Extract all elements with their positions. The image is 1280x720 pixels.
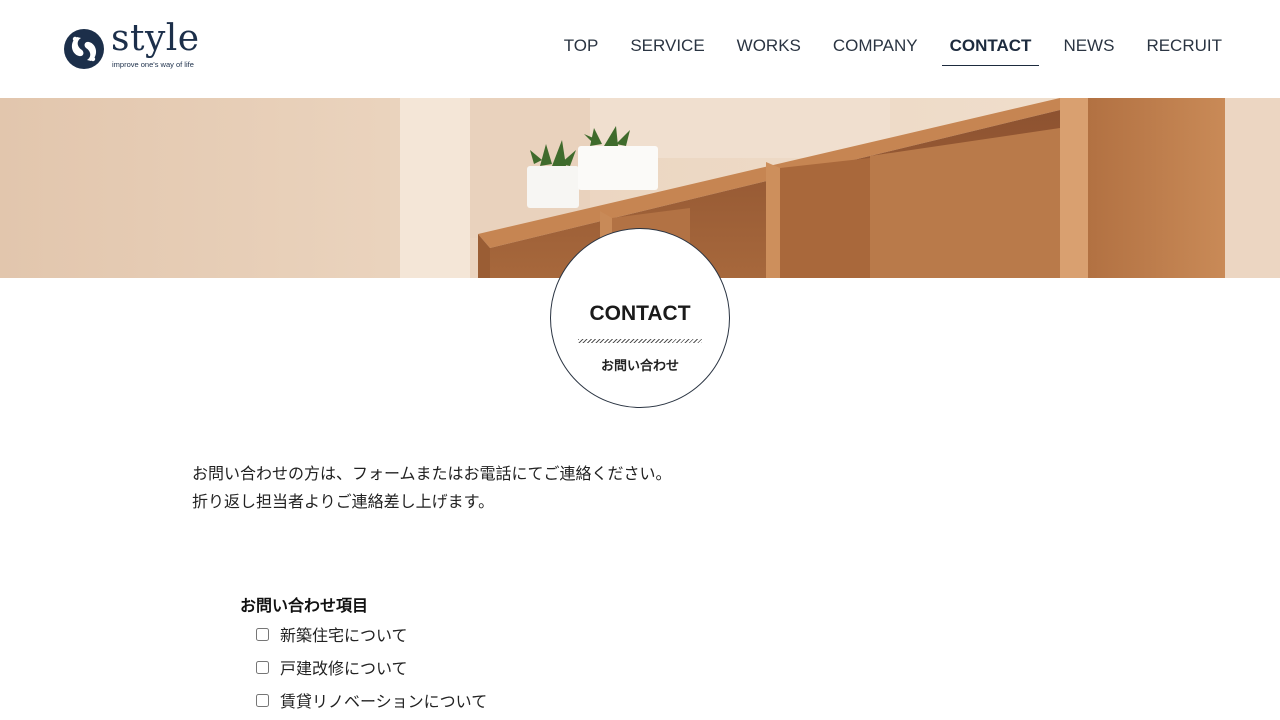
page-title: CONTACT xyxy=(589,302,691,325)
option-rental-renovation-checkbox[interactable] xyxy=(256,693,269,707)
page-subtitle: お問い合わせ xyxy=(600,359,679,374)
option-label: 賃貸リノベーションについて xyxy=(280,692,488,711)
logo-mark-icon xyxy=(64,29,104,69)
intro-line-1: お問い合わせの方は、フォームまたはお電話にてご連絡ください。 xyxy=(192,464,672,483)
option-label: 戸建改修について xyxy=(280,659,408,678)
inquiry-type-label: お問い合わせ項目 xyxy=(240,596,369,615)
title-divider xyxy=(578,339,702,343)
option-rental-renovation[interactable]: 賃貸リノベーションについて xyxy=(256,688,487,712)
site-logo[interactable]: style improve one's way of life xyxy=(63,18,203,72)
logo-tagline: improve one's way of life xyxy=(112,60,194,69)
main-nav: TOP SERVICE WORKS COMPANY CONTACT NEWS R… xyxy=(540,28,1230,66)
nav-company[interactable]: COMPANY xyxy=(825,28,926,66)
nav-works[interactable]: WORKS xyxy=(729,28,809,66)
hero-image-overlap xyxy=(540,98,740,278)
nav-contact[interactable]: CONTACT xyxy=(941,28,1040,66)
nav-news[interactable]: NEWS xyxy=(1055,28,1122,66)
nav-top[interactable]: TOP xyxy=(556,28,607,66)
intro-text: お問い合わせの方は、フォームまたはお電話にてご連絡ください。 折り返し担当者より… xyxy=(192,460,672,516)
option-label: 新築住宅について xyxy=(280,626,408,645)
nav-recruit[interactable]: RECRUIT xyxy=(1138,28,1230,66)
site-header: style improve one's way of life TOP SERV… xyxy=(0,0,1280,98)
option-new-house[interactable]: 新築住宅について xyxy=(256,622,408,646)
option-new-house-checkbox[interactable] xyxy=(256,627,269,641)
option-house-renovation-checkbox[interactable] xyxy=(256,660,269,674)
option-house-renovation[interactable]: 戸建改修について xyxy=(256,655,408,679)
nav-service[interactable]: SERVICE xyxy=(622,28,712,66)
intro-line-2: 折り返し担当者よりご連絡差し上げます。 xyxy=(192,492,495,511)
logo-wordmark: style xyxy=(111,18,200,59)
